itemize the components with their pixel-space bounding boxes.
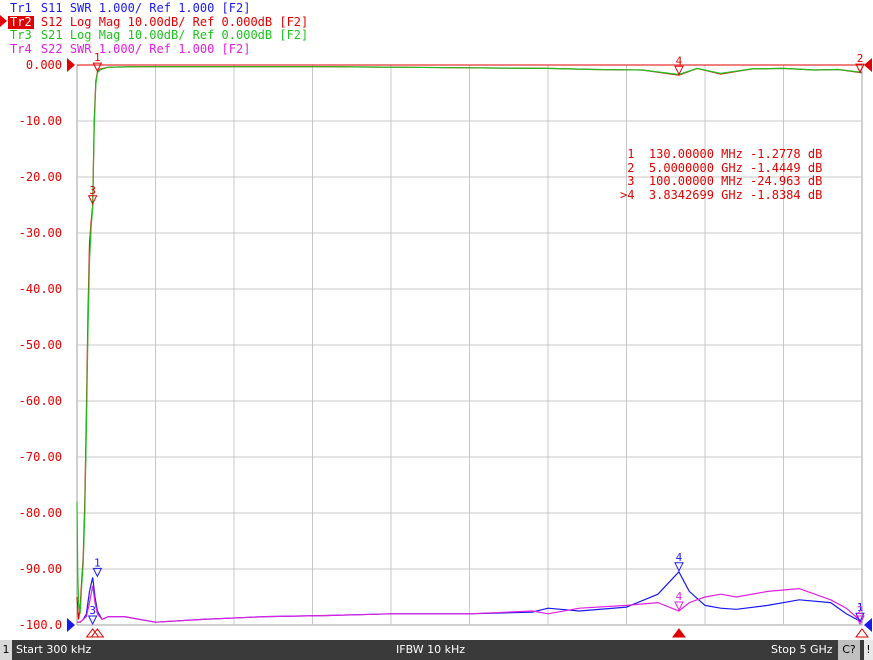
trace-scale: 1.000/ xyxy=(91,41,143,56)
ref-arrow-right-top-icon[interactable] xyxy=(864,58,872,72)
trace-format: Log Mag xyxy=(62,14,121,29)
marker-table-row: 3 100.00000 MHz -24.963 dB xyxy=(620,174,823,188)
trace-param: S11 xyxy=(33,1,63,15)
y-tick-label: -80.00 xyxy=(19,506,62,520)
trace-format: SWR xyxy=(62,41,92,56)
trace-id: Tr3 xyxy=(10,28,32,42)
trace-param: S12 xyxy=(33,14,63,29)
ref-arrow-left-top-icon[interactable] xyxy=(67,58,75,72)
warning-indicator[interactable]: ! xyxy=(864,640,873,660)
chart-canvas: 0.000 -10.00 -20.00 -30.00 -40.00 -50.00 -60.0… xyxy=(19,51,872,638)
start-frequency[interactable]: Start 300 kHz xyxy=(16,640,91,660)
y-tick-labels: 0.000 -10.00 -20.00 -30.00 -40.00 -50.00 -60.0… xyxy=(19,58,62,632)
calibration-status[interactable]: C? xyxy=(838,640,860,660)
y-tick-label: -20.00 xyxy=(19,170,62,184)
channel-number[interactable]: 1 xyxy=(0,640,12,660)
marker-table-row: 1 130.00000 MHz -1.2778 dB xyxy=(620,147,823,161)
ref-arrow-left-bottom-icon[interactable] xyxy=(67,618,75,632)
y-tick-label: -70.00 xyxy=(19,450,62,464)
marker-label: 3 xyxy=(89,604,96,617)
trace-tag: [F2] xyxy=(272,14,309,29)
marker-label: 3 xyxy=(89,184,96,197)
trace-id: Tr4 xyxy=(10,41,32,56)
trace-legend-row[interactable]: Tr4 S22 SWR 1.000/ Ref 1.000 [F2] xyxy=(8,41,251,56)
y-tick-label: -90.00 xyxy=(19,562,62,576)
stimulus-marker-icon[interactable] xyxy=(671,628,686,638)
trace-id: Tr2 xyxy=(8,14,34,29)
trace-ref: Ref 1.000 xyxy=(142,1,215,15)
trace-format: Log Mag xyxy=(62,28,121,42)
trace-legend: Tr1 S11 SWR 1.000/ Ref 1.000 [F2] Tr2 S12… xyxy=(0,0,873,56)
y-tick-label: -40.00 xyxy=(19,282,62,296)
trace-legend-row[interactable]: Tr3 S21 Log Mag 10.00dB/ Ref 0.000dB [F2… xyxy=(8,29,308,42)
stimulus-marker-icon[interactable] xyxy=(855,628,869,638)
y-tick-label: 0.000 xyxy=(26,58,62,72)
marker-label: 4 xyxy=(676,590,683,603)
trace-tag: [F2] xyxy=(272,28,309,42)
trace-format: SWR xyxy=(62,1,92,15)
marker-label: 2 xyxy=(857,604,864,617)
trace-scale: 10.00dB/ xyxy=(120,28,186,42)
trace-param: S22 xyxy=(33,41,63,56)
stop-frequency[interactable]: Stop 5 GHz xyxy=(771,640,833,660)
marker-table: 1 130.00000 MHz -1.2778 dB 2 5.0000000 G… xyxy=(620,147,823,202)
marker-label: 4 xyxy=(676,54,683,67)
y-tick-label: -60.00 xyxy=(19,394,62,408)
status-bar: 1 Start 300 kHz IFBW 10 kHz Stop 5 GHz C… xyxy=(0,640,873,660)
trace-scale: 1.000/ xyxy=(91,1,143,15)
if-bandwidth[interactable]: IFBW 10 kHz xyxy=(396,640,465,660)
trace-legend-row[interactable]: Tr1 S11 SWR 1.000/ Ref 1.000 [F2] xyxy=(8,2,250,15)
marker-label: 1 xyxy=(94,556,101,569)
trace-ref: Ref 0.000dB xyxy=(185,28,273,42)
trace-scale: 10.00dB/ xyxy=(120,14,186,29)
trace-ref: Ref 0.000dB xyxy=(185,14,273,29)
trace-tag: [F2] xyxy=(214,41,251,56)
marker-table-row: 2 5.0000000 GHz -1.4449 dB xyxy=(620,160,823,175)
ref-arrow-right-bottom-icon[interactable] xyxy=(864,618,872,632)
marker-table-row: >4 3.8342699 GHz -1.8384 dB xyxy=(620,187,823,202)
trace-id: Tr1 xyxy=(10,1,32,15)
y-tick-label: -30.00 xyxy=(19,226,62,240)
y-tick-label: -100.0 xyxy=(19,618,62,632)
trace-legend-row[interactable]: Tr2 S12 Log Mag 10.00dB/ Ref 0.000dB [F2… xyxy=(8,14,309,29)
trace-tag: [F2] xyxy=(214,1,251,15)
trace-ref: Ref 1.000 xyxy=(142,41,215,56)
marker-label: 4 xyxy=(676,551,683,564)
y-tick-label: -50.00 xyxy=(19,338,62,352)
trace-param: S21 xyxy=(33,28,63,42)
y-tick-label: -10.00 xyxy=(19,114,62,128)
active-trace-indicator-icon xyxy=(0,15,7,27)
